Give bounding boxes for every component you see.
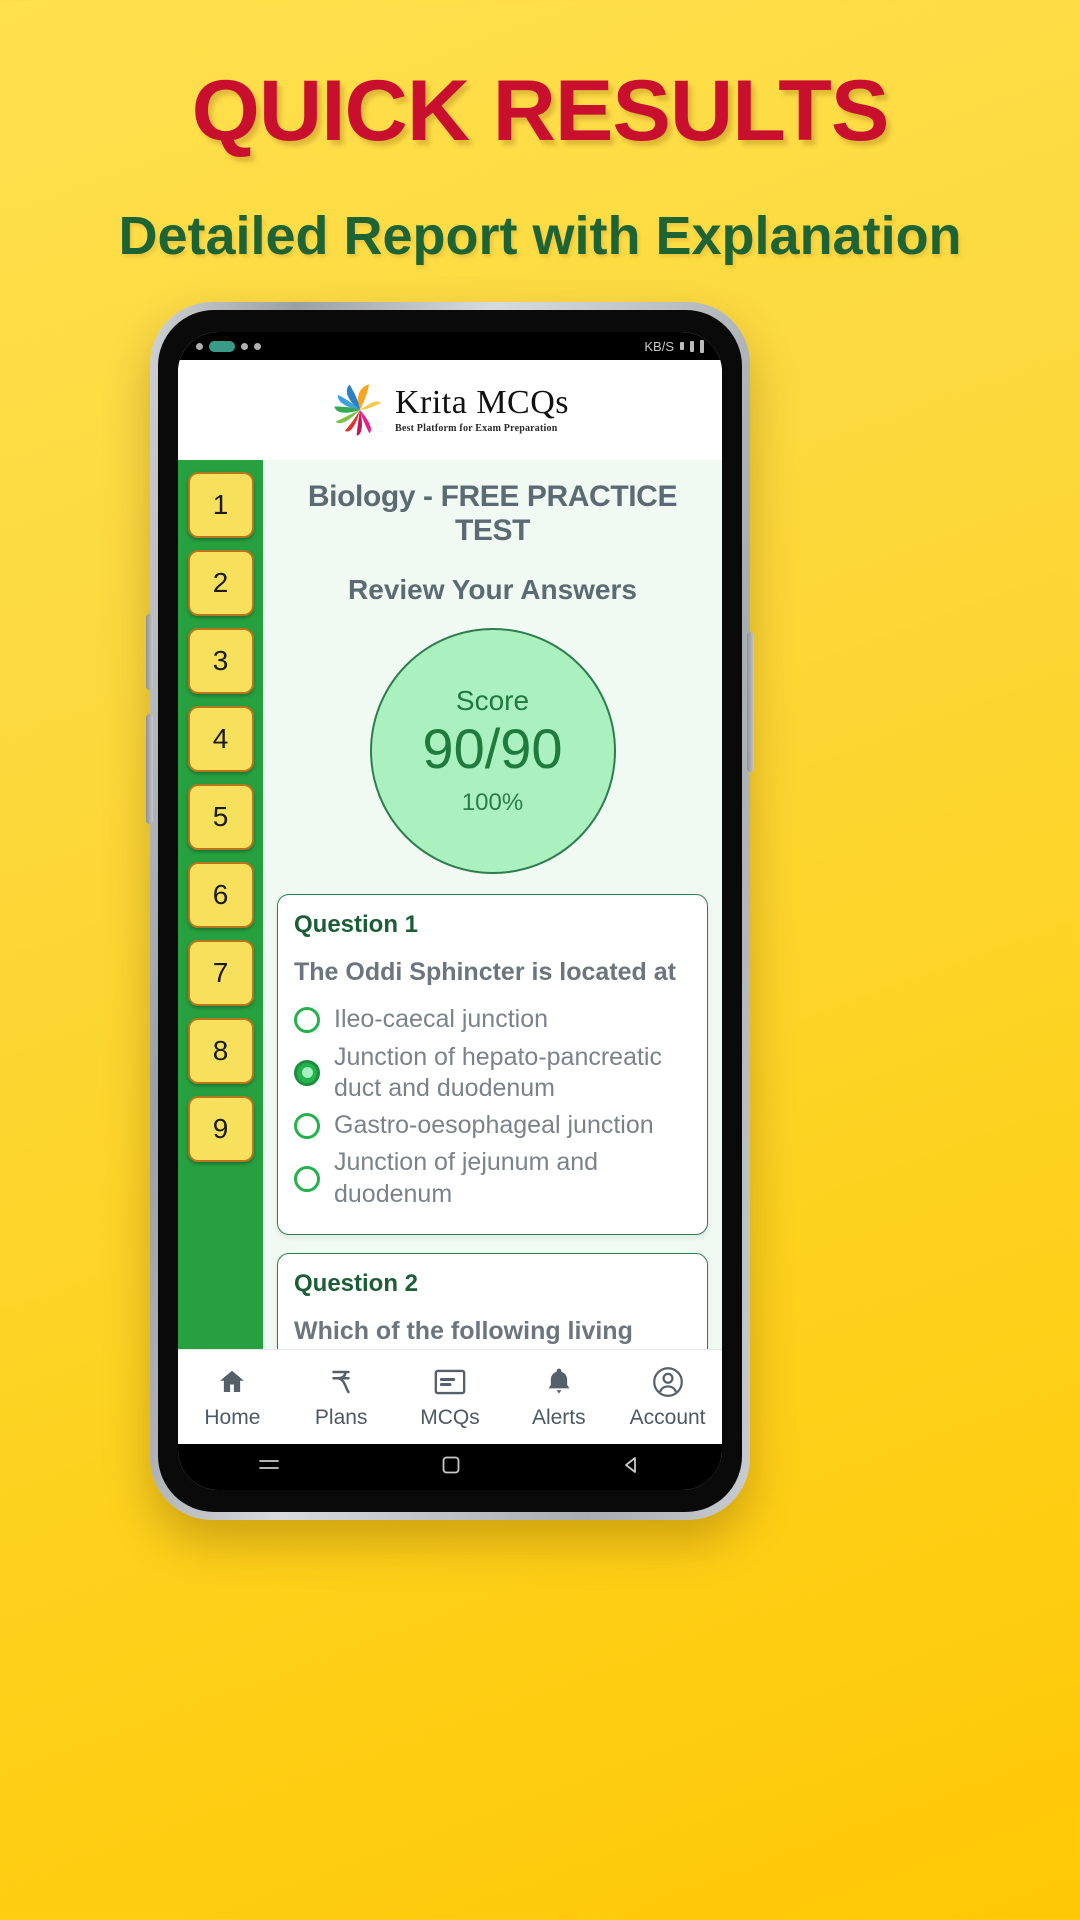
option-row[interactable]: Junction of jejunum and duodenum bbox=[294, 1147, 691, 1210]
radio-button-icon[interactable] bbox=[294, 1165, 320, 1192]
question-nav-button[interactable]: 6 bbox=[187, 862, 254, 928]
option-row[interactable]: Ileo-caecal junction bbox=[294, 1004, 691, 1035]
question-number-sidebar[interactable]: 1 2 3 4 5 6 7 8 9 bbox=[178, 460, 263, 1395]
nav-item-home[interactable]: Home bbox=[178, 1365, 287, 1430]
logo-name: Krita MCQs bbox=[394, 384, 570, 421]
nav-item-account[interactable]: Account bbox=[613, 1365, 722, 1430]
nav-label: MCQs bbox=[420, 1405, 480, 1429]
radio-button-icon[interactable] bbox=[294, 1006, 320, 1033]
nav-item-plans[interactable]: Plans bbox=[287, 1365, 396, 1430]
system-navigation-bar bbox=[178, 1444, 722, 1490]
volume-up-button[interactable] bbox=[146, 614, 153, 690]
status-bar-left bbox=[196, 340, 261, 352]
nav-item-alerts[interactable]: Alerts bbox=[504, 1365, 613, 1430]
question-nav-button[interactable]: 9 bbox=[187, 1096, 254, 1162]
signal-icon bbox=[680, 342, 684, 350]
score-value: 90/90 bbox=[422, 717, 563, 780]
rupee-icon bbox=[326, 1365, 356, 1399]
nav-label: Home bbox=[204, 1405, 261, 1429]
app-badge-icon bbox=[209, 340, 235, 352]
notification-dot-icon bbox=[196, 342, 203, 350]
phone-mockup: KB/S Krita MCQs Best Platform for Exam P… bbox=[146, 302, 754, 1520]
nav-item-mcqs[interactable]: MCQs bbox=[396, 1365, 505, 1430]
question-nav-button[interactable]: 7 bbox=[187, 940, 254, 1006]
option-row[interactable]: Junction of hepato-pancreatic duct and d… bbox=[294, 1042, 691, 1105]
question-nav-button[interactable]: 2 bbox=[187, 550, 254, 616]
page-subtitle: Detailed Report with Explanation bbox=[118, 206, 962, 266]
recent-apps-icon[interactable] bbox=[258, 1456, 280, 1479]
option-row[interactable]: Gastro-oesophageal junction bbox=[294, 1110, 691, 1141]
battery-icon bbox=[700, 339, 704, 353]
app-header: Krita MCQs Best Platform for Exam Prepar… bbox=[178, 360, 722, 460]
power-button[interactable] bbox=[747, 632, 754, 772]
bell-icon bbox=[545, 1365, 573, 1399]
app-main: 1 2 3 4 5 6 7 8 9 Biology - FREE PRACTIC… bbox=[178, 460, 722, 1395]
card-icon bbox=[434, 1365, 466, 1399]
nav-label: Account bbox=[629, 1405, 706, 1429]
radio-button-icon[interactable] bbox=[294, 1112, 320, 1139]
results-content[interactable]: Biology - FREE PRACTICE TEST Review Your… bbox=[263, 460, 722, 1395]
question-nav-button[interactable]: 4 bbox=[187, 706, 254, 772]
score-percent: 100% bbox=[461, 789, 524, 816]
test-title: Biology - FREE PRACTICE TEST bbox=[307, 480, 678, 547]
score-section: Score 90/90 100% bbox=[263, 606, 722, 894]
question-nav-button[interactable]: 3 bbox=[187, 628, 254, 694]
logo-tagline: Best Platform for Exam Preparation bbox=[394, 423, 558, 434]
logo-text-block: Krita MCQs Best Platform for Exam Prepar… bbox=[395, 386, 569, 434]
status-bar: KB/S bbox=[178, 332, 722, 360]
question-card[interactable]: Question 1 The Oddi Sphincter is located… bbox=[277, 894, 708, 1235]
nav-label: Plans bbox=[314, 1405, 368, 1429]
home-button-icon[interactable] bbox=[441, 1455, 461, 1480]
option-label: Ileo-caecal junction bbox=[334, 1005, 549, 1034]
phone-screen: KB/S Krita MCQs Best Platform for Exam P… bbox=[178, 332, 722, 1490]
back-button-icon[interactable] bbox=[622, 1455, 642, 1480]
volume-down-button[interactable] bbox=[146, 714, 153, 824]
home-icon bbox=[216, 1365, 248, 1399]
network-speed-label: KB/S bbox=[644, 338, 674, 354]
nav-label: Alerts bbox=[531, 1405, 586, 1429]
status-bar-right: KB/S bbox=[644, 339, 704, 354]
radio-button-selected-icon[interactable] bbox=[294, 1059, 320, 1086]
page-title: QUICK RESULTS bbox=[191, 63, 890, 159]
app-logo[interactable]: Krita MCQs Best Platform for Exam Prepar… bbox=[331, 381, 569, 439]
option-label: Junction of hepato-pancreatic duct and d… bbox=[334, 1042, 662, 1102]
score-circle: Score 90/90 100% bbox=[369, 628, 616, 874]
option-label: Gastro-oesophageal junction bbox=[334, 1111, 654, 1139]
phone-body: KB/S Krita MCQs Best Platform for Exam P… bbox=[158, 310, 742, 1512]
score-label: Score bbox=[455, 685, 530, 716]
question-text: The Oddi Sphincter is located at bbox=[294, 958, 677, 986]
question-number: Question 1 bbox=[294, 911, 419, 938]
review-heading: Review Your Answers bbox=[348, 574, 637, 605]
pinwheel-logo-icon bbox=[334, 384, 381, 436]
bottom-navigation: Home Plans MCQs Alerts Account bbox=[178, 1349, 722, 1444]
question-nav-button[interactable]: 1 bbox=[187, 472, 254, 538]
question-number: Question 2 bbox=[294, 1269, 419, 1297]
user-circle-icon bbox=[652, 1365, 684, 1399]
wifi-icon bbox=[690, 340, 694, 352]
question-nav-button[interactable]: 8 bbox=[187, 1018, 254, 1084]
status-icon-b bbox=[254, 342, 261, 350]
question-nav-button[interactable]: 5 bbox=[187, 784, 254, 850]
option-label: Junction of jejunum and duodenum bbox=[334, 1148, 599, 1208]
status-icon-a bbox=[241, 342, 248, 350]
